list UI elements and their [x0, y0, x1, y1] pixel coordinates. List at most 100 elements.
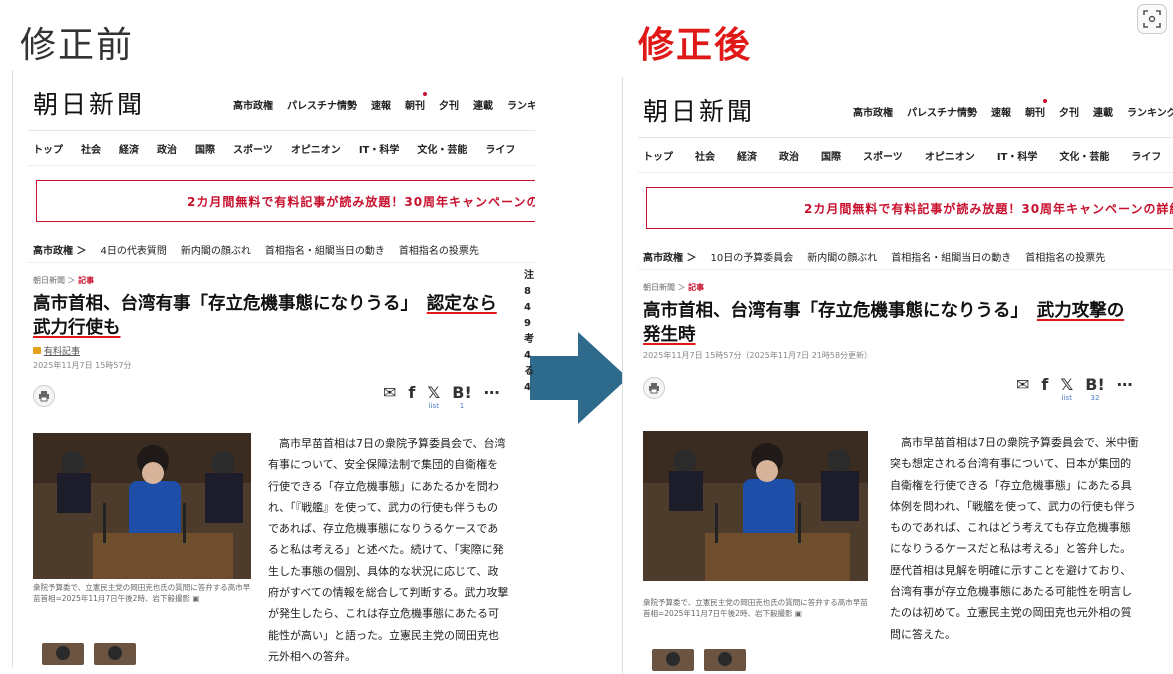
breadcrumb-site[interactable]: 朝日新聞 — [643, 283, 675, 292]
side-char: 8 — [524, 286, 531, 297]
more-icon[interactable]: ⋯ — [1117, 375, 1133, 394]
article-photo[interactable] — [33, 433, 251, 579]
topic-link[interactable]: 首相指名の投票先 — [399, 242, 479, 257]
category-nav-item[interactable]: 政治 — [779, 148, 799, 163]
mail-icon[interactable]: ✉ — [383, 383, 396, 402]
category-nav-item[interactable]: 経済 — [737, 148, 757, 163]
promo-banner[interactable]: 2カ月間無料で有料記事が読み放題！30周年キャンペーンの詳細 — [36, 180, 535, 222]
category-nav-item[interactable]: 経済 — [119, 141, 139, 156]
topic-link[interactable]: 10日の予算委員会 — [710, 249, 793, 264]
paid-badge: 有料記事 — [33, 344, 535, 357]
util-nav-item[interactable]: 朝刊 — [405, 92, 427, 112]
more-icon[interactable]: ⋯ — [484, 383, 500, 402]
util-nav-item[interactable]: 夕刊 — [1059, 104, 1079, 119]
category-nav-item[interactable]: 国際 — [195, 141, 215, 156]
category-nav-item[interactable]: スポーツ — [863, 148, 903, 163]
photo-thumbnail[interactable] — [652, 649, 694, 671]
x-icon[interactable]: 𝕏list — [427, 383, 440, 410]
util-nav-item[interactable]: 速報 — [371, 97, 391, 112]
screenshot-after: 朝日新聞 高市政権 パレスチナ情勢 速報 朝刊 夕刊 連載 ランキング トップ … — [622, 77, 1173, 674]
photo-caption: 衆院予算委で、立憲民主党の岡田克也氏の質問に答弁する高市早苗首相=2025年11… — [33, 583, 251, 603]
category-nav-item[interactable]: オピニオン — [291, 141, 341, 156]
util-nav-item[interactable]: パレスチナ情勢 — [287, 97, 357, 112]
util-nav-item[interactable]: 連載 — [1093, 104, 1113, 119]
article-headline: 高市首相、台湾有事「存立危機事態になりうる」 認定なら武力行使も — [33, 292, 498, 340]
side-char: 4 — [524, 350, 531, 361]
photo-thumbnail[interactable] — [42, 643, 84, 665]
x-icon[interactable]: 𝕏list — [1060, 375, 1073, 402]
category-nav-item[interactable]: トップ — [643, 148, 673, 163]
site-logo[interactable]: 朝日新聞 — [33, 85, 145, 121]
breadcrumb-category[interactable]: 記事 — [78, 276, 94, 285]
photo-thumbnail[interactable] — [94, 643, 136, 665]
breadcrumb-site[interactable]: 朝日新聞 — [33, 276, 65, 285]
util-nav-item[interactable]: 夕刊 — [439, 97, 459, 112]
category-nav-item[interactable]: ライフ — [485, 141, 515, 156]
photo-icon[interactable]: ▣ — [192, 594, 199, 603]
util-nav-item[interactable]: ランキング — [507, 97, 535, 112]
side-char: 考 — [524, 334, 534, 345]
promo-banner[interactable]: 2カ月間無料で有料記事が読み放題！30周年キャンペーンの詳細 — [646, 187, 1173, 229]
category-nav-item[interactable]: IT・科学 — [359, 141, 400, 156]
site-logo[interactable]: 朝日新聞 — [643, 92, 755, 128]
lock-icon — [33, 347, 41, 354]
x-share-sub: list — [1061, 394, 1072, 402]
photo-icon[interactable]: ▣ — [795, 609, 802, 618]
article-headline: 高市首相、台湾有事「存立危機事態になりうる」 武力攻撃の発生時 — [643, 299, 1131, 347]
topic-link[interactable]: 新内閣の顔ぶれ — [807, 249, 877, 264]
util-nav-item[interactable]: 連載 — [473, 97, 493, 112]
topic-label[interactable]: 高市政権 ＞ — [643, 249, 696, 264]
publish-date: 2025年11月7日 15時57分 — [33, 361, 132, 370]
article-photo[interactable] — [643, 431, 868, 581]
util-nav-item[interactable]: パレスチナ情勢 — [907, 104, 977, 119]
photo-thumbnails — [652, 649, 746, 671]
printer-icon[interactable] — [643, 377, 665, 399]
category-nav-item[interactable]: 文化・芸能 — [1059, 148, 1109, 163]
breadcrumb: 朝日新聞 ＞ 記事 — [33, 275, 535, 286]
side-char: る — [524, 366, 534, 377]
category-nav-item[interactable]: ライフ — [1131, 148, 1161, 163]
util-nav-item[interactable]: 高市政権 — [853, 104, 893, 119]
printer-icon[interactable] — [33, 385, 55, 407]
category-nav-item[interactable]: オピニオン — [925, 148, 975, 163]
site-header: 朝日新聞 高市政権 パレスチナ情勢 速報 朝刊 夕刊 連載 ランキング — [28, 70, 535, 131]
topic-link[interactable]: 首相指名の投票先 — [1025, 249, 1105, 264]
topic-label[interactable]: 高市政権 ＞ — [33, 242, 86, 257]
side-char: 4 — [524, 302, 531, 313]
topic-link[interactable]: 4日の代表質問 — [100, 242, 166, 257]
article-toolbar: ✉ f 𝕏list B! 32 ⋯ — [638, 373, 1173, 407]
breadcrumb-category[interactable]: 記事 — [688, 283, 704, 292]
x-share-sub: list — [428, 402, 439, 410]
article-body: 高市早苗首相は7日の衆院予算委員会で、米中衝突も想定される台湾有事について、日本… — [890, 436, 1139, 641]
hatena-bookmark-icon[interactable]: B! 1 — [452, 383, 472, 410]
category-nav-item[interactable]: IT・科学 — [997, 148, 1038, 163]
side-char: 注 — [524, 270, 534, 281]
hatena-bookmark-icon[interactable]: B! 32 — [1085, 375, 1105, 402]
category-nav-item[interactable]: 文化・芸能 — [417, 141, 467, 156]
topic-link[interactable]: 新内閣の顔ぶれ — [181, 242, 251, 257]
util-nav-item[interactable]: 朝刊 — [1025, 99, 1047, 119]
category-nav-item[interactable]: 社会 — [695, 148, 715, 163]
category-nav-item[interactable]: 社会 — [81, 141, 101, 156]
facebook-icon[interactable]: f — [408, 383, 415, 402]
category-nav-item[interactable]: 国際 — [821, 148, 841, 163]
scan-icon[interactable] — [1137, 4, 1167, 34]
category-nav-item[interactable]: スポーツ — [233, 141, 273, 156]
util-nav-item[interactable]: 高市政権 — [233, 97, 273, 112]
arrow-right-icon — [530, 332, 628, 428]
utility-nav: 高市政権 パレスチナ情勢 速報 朝刊 夕刊 連載 ランキング — [853, 99, 1173, 119]
category-nav-item[interactable]: トップ — [33, 141, 63, 156]
side-char: 9 — [524, 318, 531, 329]
util-nav-item[interactable]: ランキング — [1127, 104, 1173, 119]
hatena-count: 32 — [1090, 394, 1100, 402]
topic-link[interactable]: 首相指名・組閣当日の動き — [265, 242, 385, 257]
topic-link[interactable]: 首相指名・組閣当日の動き — [891, 249, 1011, 264]
paid-label[interactable]: 有料記事 — [44, 344, 80, 357]
photo-thumbnail[interactable] — [704, 649, 746, 671]
mail-icon[interactable]: ✉ — [1016, 375, 1029, 394]
category-nav-item[interactable]: 政治 — [157, 141, 177, 156]
util-nav-item[interactable]: 速報 — [991, 104, 1011, 119]
headline-main: 高市首相、台湾有事「存立危機事態になりうる」 — [33, 294, 410, 314]
facebook-icon[interactable]: f — [1041, 375, 1048, 394]
publish-date: 2025年11月7日 15時57分（2025年11月7日 21時58分更新） — [643, 351, 873, 360]
